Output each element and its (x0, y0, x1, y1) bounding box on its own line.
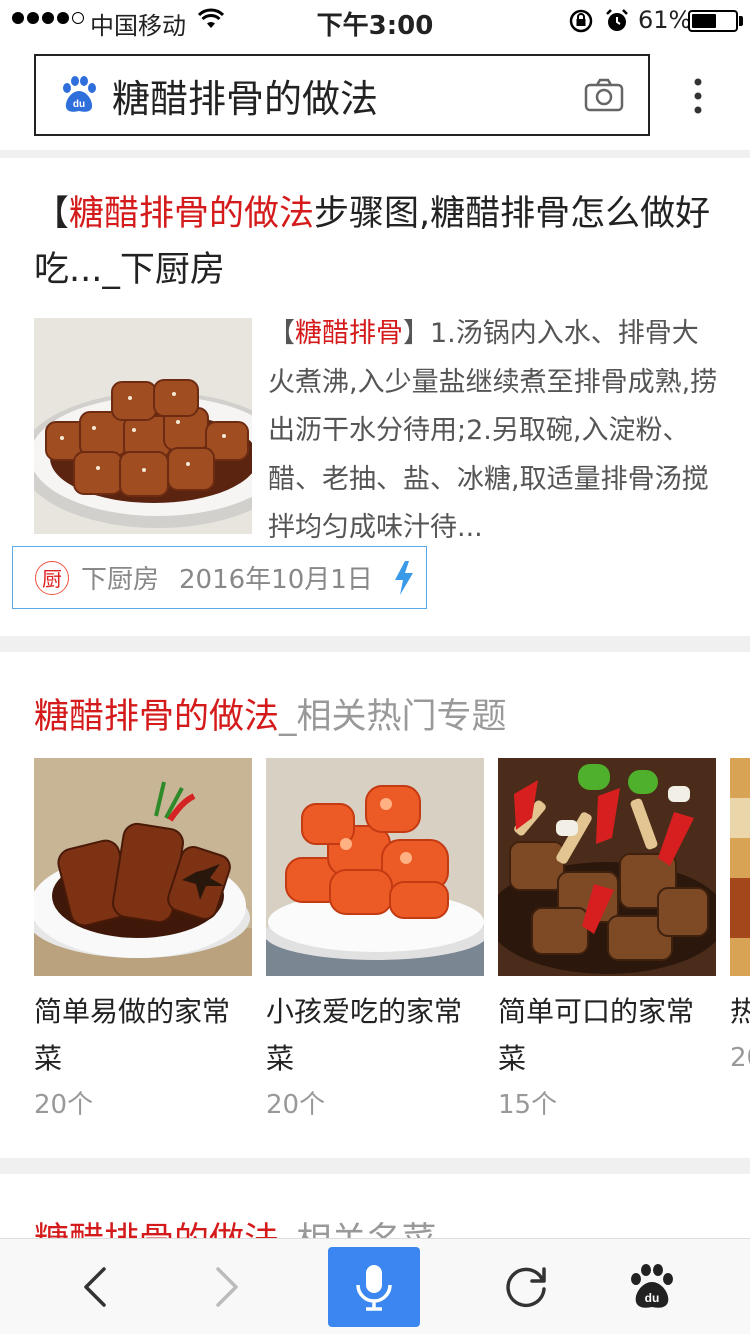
topic-count: 15个 (498, 1090, 558, 1120)
topics-heading-text: _相关热门专题 (279, 697, 507, 737)
topic-name: 简单可口的家常菜 (498, 995, 695, 1075)
topic-image (730, 758, 750, 976)
topic-card[interactable]: 简单易做的家常菜 20个 (34, 758, 252, 1128)
voice-search-button[interactable] (328, 1247, 420, 1327)
topic-card[interactable]: 简单可口的家常菜 15个 (498, 758, 716, 1128)
title-highlight: 糖醋排骨的做法 (69, 194, 315, 234)
section-divider (0, 150, 750, 158)
topic-name: 简单易做的家常菜 (34, 995, 231, 1075)
bottom-toolbar: du (0, 1238, 750, 1334)
browser-page: 中国移动 下午3:00 61% du 糖醋排骨的做法 【糖醋排骨的做法步骤图,糖… (0, 0, 750, 1334)
xiachufang-logo-icon: 厨 (35, 560, 69, 595)
section-divider (0, 636, 750, 652)
topic-image (266, 758, 484, 976)
baidu-paw-icon: du (63, 76, 96, 112)
topic-name: 小孩爱吃的家常菜 (266, 995, 463, 1075)
status-bar: 中国移动 下午3:00 61% (0, 0, 750, 41)
result-thumbnail-image[interactable] (34, 318, 252, 534)
more-options-icon[interactable] (685, 76, 711, 116)
topic-count: 20个 (266, 1090, 326, 1120)
battery-percentage: 61% (638, 6, 692, 34)
rotation-lock-icon (569, 9, 593, 33)
lightning-bolt-icon (394, 560, 413, 595)
result-snippet: 【糖醋排骨】1.汤锅内入水、排骨大火煮沸,入少量盐继续煮至排骨成熟,捞出沥干水分… (268, 310, 720, 553)
result-title-link[interactable]: 【糖醋排骨的做法步骤图,糖醋排骨怎么做好吃..._下厨房 (34, 186, 724, 298)
search-box[interactable]: du 糖醋排骨的做法 (34, 54, 650, 136)
topic-card[interactable]: 小孩爱吃的家常菜 20个 (266, 758, 484, 1128)
topics-heading[interactable]: 糖醋排骨的做法_相关热门专题 (34, 688, 507, 739)
camera-icon[interactable] (584, 77, 624, 113)
topics-heading-highlight: 糖醋排骨的做法 (34, 697, 280, 737)
alarm-icon (606, 9, 628, 31)
title-bracket: 【 (34, 194, 70, 234)
forward-arrow-icon[interactable] (200, 1261, 252, 1313)
source-date: 2016年10月1日 (179, 565, 373, 595)
topic-card-partial[interactable]: 热 20 (730, 758, 750, 1081)
topic-count: 20 (730, 1043, 750, 1073)
topic-image (34, 758, 252, 976)
microphone-icon (356, 1265, 392, 1311)
baidu-home-icon[interactable]: du (626, 1261, 678, 1313)
snippet-text: 】1.汤锅内入水、排骨大火煮沸,入少量盐继续煮至排骨成熟,捞出沥干水分待用;2.… (268, 318, 718, 544)
search-input[interactable]: 糖醋排骨的做法 (112, 68, 584, 123)
back-arrow-icon[interactable] (70, 1261, 122, 1313)
source-name: 下厨房 (81, 565, 160, 595)
snippet-highlight: 糖醋排骨 (295, 318, 403, 349)
topic-count: 20个 (34, 1090, 94, 1120)
battery-tip (739, 16, 743, 26)
snippet-bracket: 【 (268, 318, 295, 349)
section-divider (0, 1158, 750, 1174)
refresh-icon[interactable] (500, 1261, 552, 1313)
svg-text:du: du (73, 99, 85, 110)
source-tag[interactable]: 厨 下厨房 2016年10月1日 (12, 546, 427, 609)
topic-image (498, 758, 716, 976)
svg-text:du: du (645, 1291, 660, 1305)
battery-icon (688, 10, 738, 32)
topic-name: 热 (730, 995, 750, 1028)
